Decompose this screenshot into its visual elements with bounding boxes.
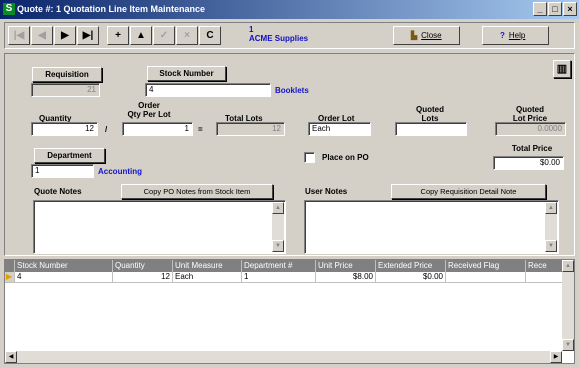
stock-description: Booklets (275, 86, 309, 95)
cell-unit-price[interactable]: $8.00 (316, 272, 376, 283)
record-vendor: ACME Supplies (249, 34, 309, 43)
app-window: S Quote #: 1 Quotation Line Item Mainten… (0, 0, 579, 368)
copy-po-notes-button[interactable]: Copy PO Notes from Stock Item (121, 184, 273, 199)
question-icon: ? (500, 31, 505, 40)
scroll-right-arrow-icon[interactable]: ▶ (550, 351, 562, 363)
stock-number-button[interactable]: Stock Number (147, 66, 226, 81)
quote-notes-textarea[interactable]: ▲ ▼ (33, 200, 286, 254)
quoted-lots-field[interactable] (395, 122, 467, 136)
grid-horizontal-scrollbar[interactable]: ◀ ▶ (5, 351, 562, 363)
order-lot-field[interactable]: Each (308, 122, 371, 136)
quoted-lot-price-field[interactable]: 0.0000 (495, 122, 566, 136)
scroll-down-arrow-icon[interactable]: ▼ (272, 240, 284, 252)
grid-vertical-scrollbar[interactable]: ▲ ▼ (562, 260, 574, 351)
scroll-down-arrow-icon[interactable]: ▼ (562, 339, 574, 351)
quoted-lots-label-line1: Quoted (416, 105, 444, 114)
record-number: 1 (249, 25, 254, 34)
window-controls: _ □ × (533, 2, 577, 16)
first-record-button[interactable]: |◀ (8, 26, 30, 45)
total-lots-field[interactable]: 12 (216, 122, 285, 136)
quantity-field[interactable]: 12 (31, 122, 98, 136)
refresh-button[interactable]: C (199, 26, 221, 45)
user-notes-scrollbar[interactable]: ▲ ▼ (545, 202, 557, 252)
grid-header: Stock Number Quantity Unit Measure Depar… (5, 260, 565, 272)
order-qty-label-line2: Qty Per Lot (127, 110, 171, 119)
column-header[interactable]: Quantity (113, 260, 173, 272)
quote-notes-scrollbar[interactable]: ▲ ▼ (272, 202, 284, 252)
user-notes-label: User Notes (305, 187, 348, 196)
stock-number-field[interactable]: 4 (145, 83, 271, 97)
quoted-lot-price-label-line1: Quoted (516, 105, 544, 114)
help-button-label: Help (508, 31, 526, 40)
trash-icon[interactable]: ▥ (553, 60, 571, 78)
scroll-up-arrow-icon[interactable]: ▲ (272, 202, 284, 214)
column-header[interactable]: Department # (242, 260, 316, 272)
column-header[interactable]: Unit Price (316, 260, 376, 272)
close-button[interactable]: ▙ Close (393, 26, 460, 45)
help-button[interactable]: ? Help (482, 26, 549, 45)
place-on-po-checkbox[interactable] (304, 152, 315, 163)
department-field[interactable]: 1 (31, 164, 94, 178)
column-header[interactable]: Rece (526, 260, 565, 272)
window-title: Quote #: 1 Quotation Line Item Maintenan… (17, 4, 206, 14)
line-items-grid[interactable]: Stock Number Quantity Unit Measure Depar… (4, 259, 575, 364)
previous-record-button[interactable]: ◀ (31, 26, 53, 45)
app-icon: S (3, 3, 15, 15)
department-button[interactable]: Department (34, 148, 105, 163)
last-record-button[interactable]: ▶| (77, 26, 99, 45)
minimize-button[interactable]: _ (533, 2, 547, 16)
cell-extended-price[interactable]: $0.00 (376, 272, 446, 283)
cell-stock-number[interactable]: 4 (15, 272, 113, 283)
cell-quantity[interactable]: 12 (113, 272, 173, 283)
line-item-form: Requisition 21 Stock Number 4 Booklets ▥… (4, 53, 575, 256)
column-header[interactable]: Stock Number (15, 260, 113, 272)
place-on-po-label: Place on PO (322, 153, 369, 162)
cancel-edit-button[interactable]: × (176, 26, 198, 45)
column-header[interactable]: Unit Measure (173, 260, 242, 272)
copy-requisition-detail-note-button[interactable]: Copy Requisition Detail Note (391, 184, 546, 199)
save-record-button[interactable]: ✓ (153, 26, 175, 45)
total-price-field[interactable]: $0.00 (493, 156, 564, 170)
close-button-label: Close (421, 31, 442, 40)
column-header[interactable]: Received Flag (446, 260, 526, 272)
table-row[interactable]: ▶ 4 12 Each 1 $8.00 $0.00 (5, 272, 565, 283)
cell-unit-measure[interactable]: Each (173, 272, 242, 283)
quote-notes-label: Quote Notes (34, 187, 82, 196)
scroll-up-arrow-icon[interactable]: ▲ (545, 202, 557, 214)
record-info: 1 ACME Supplies (249, 25, 308, 43)
department-name: Accounting (98, 167, 142, 176)
cell-received-flag[interactable] (446, 272, 526, 283)
close-window-button[interactable]: × (563, 2, 577, 16)
equals-separator: = (198, 125, 203, 134)
scroll-left-arrow-icon[interactable]: ◀ (5, 351, 17, 363)
column-header[interactable]: Extended Price (376, 260, 446, 272)
toolbar: |◀ ◀ ▶ ▶| + ▲ ✓ × C 1 ACME Supplies ▙ Clo… (4, 22, 575, 49)
order-qty-label-line1: Order (138, 101, 160, 110)
title-bar: S Quote #: 1 Quotation Line Item Mainten… (0, 0, 579, 19)
scroll-up-arrow-icon[interactable]: ▲ (562, 260, 574, 272)
requisition-field[interactable]: 21 (31, 83, 100, 97)
row-indicator-icon: ▶ (5, 272, 15, 283)
scroll-down-arrow-icon[interactable]: ▼ (545, 240, 557, 252)
user-notes-textarea[interactable]: ▲ ▼ (304, 200, 559, 254)
edit-record-button[interactable]: ▲ (130, 26, 152, 45)
row-indicator-header (5, 260, 15, 272)
total-price-label: Total Price (511, 144, 553, 153)
cell-department[interactable]: 1 (242, 272, 316, 283)
requisition-button[interactable]: Requisition (32, 67, 102, 82)
cell-received[interactable] (526, 272, 565, 283)
door-icon: ▙ (411, 31, 418, 40)
restore-button[interactable]: □ (548, 2, 562, 16)
add-record-button[interactable]: + (107, 26, 129, 45)
slash-separator: / (105, 125, 108, 134)
next-record-button[interactable]: ▶ (54, 26, 76, 45)
order-qty-per-lot-field[interactable]: 1 (122, 122, 193, 136)
